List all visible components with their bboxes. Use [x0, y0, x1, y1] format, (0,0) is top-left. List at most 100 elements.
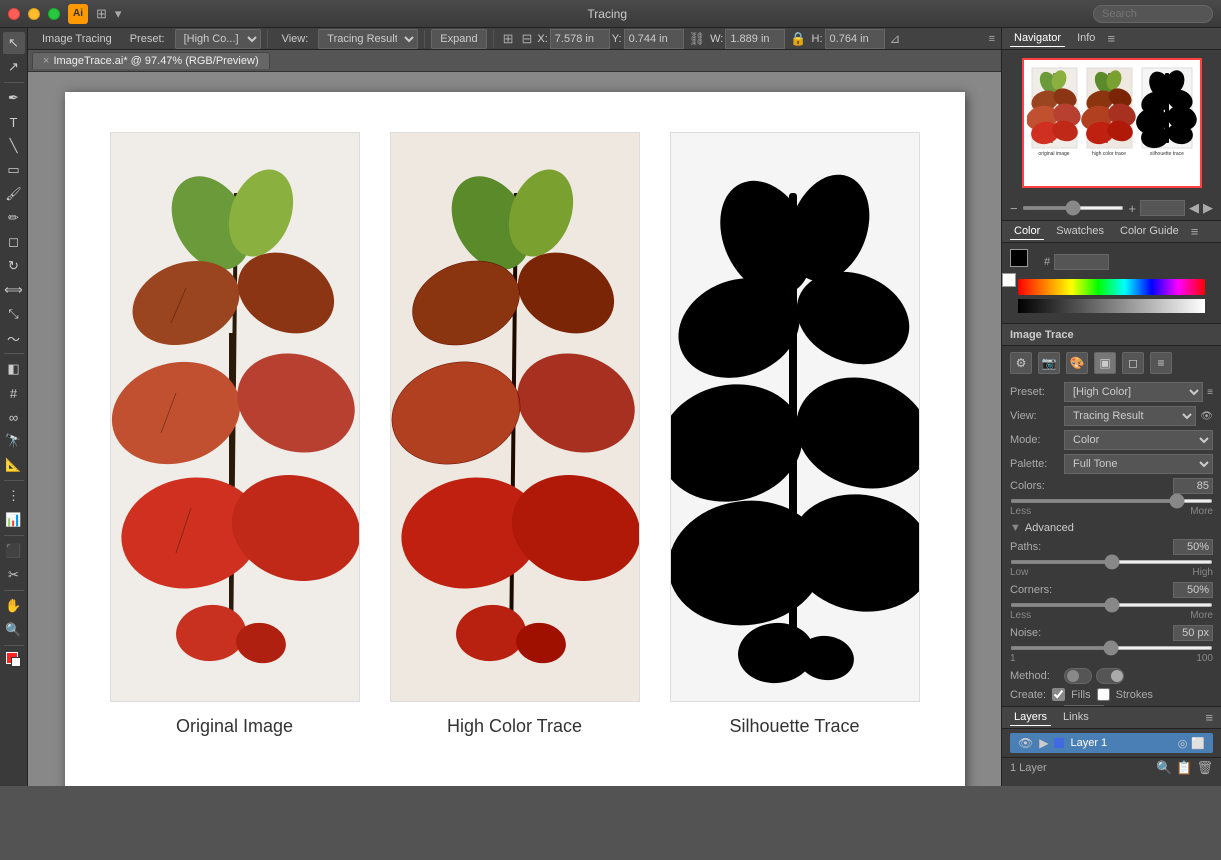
paths-slider[interactable]: [1010, 560, 1213, 564]
minimize-button[interactable]: [28, 8, 40, 20]
new-layer-icon[interactable]: 🔍: [1156, 760, 1172, 776]
nav-zoom-slider[interactable]: [1022, 206, 1125, 210]
h-input[interactable]: [825, 29, 885, 49]
search-input[interactable]: [1093, 5, 1213, 23]
advanced-toggle[interactable]: ▼ Advanced: [1002, 519, 1221, 537]
gradient-tool[interactable]: ◧: [3, 358, 25, 380]
layers-controls-icon[interactable]: 📋: [1176, 760, 1192, 776]
select-tool[interactable]: ↖: [3, 32, 25, 54]
fill-color-swatch[interactable]: [1010, 249, 1028, 267]
strokes-checkbox[interactable]: [1097, 688, 1110, 701]
scale-tool[interactable]: ⤡: [3, 303, 25, 325]
menu-chevron-icon[interactable]: ▾: [115, 6, 122, 22]
layer-drag-icon[interactable]: ⬜: [1191, 737, 1205, 750]
trace-mode-select[interactable]: Color: [1064, 430, 1213, 450]
noise-value-input[interactable]: [1173, 625, 1213, 641]
colors-value-input[interactable]: [1173, 478, 1213, 494]
type-tool[interactable]: T: [3, 111, 25, 133]
preset-select[interactable]: [High Co...]: [175, 29, 261, 49]
constrain-icon[interactable]: 🔒: [787, 31, 809, 47]
column-graph-tool[interactable]: 📊: [3, 509, 25, 531]
nav-left-icon[interactable]: ◀: [1189, 200, 1199, 216]
rect-tool[interactable]: ▭: [3, 159, 25, 181]
x-input[interactable]: [550, 29, 610, 49]
warp-tool[interactable]: 〜: [3, 327, 25, 349]
tab-color-guide[interactable]: Color Guide: [1116, 223, 1183, 240]
eyedropper-tool[interactable]: 🔭: [3, 430, 25, 452]
menu-image-tracing[interactable]: Image Tracing: [34, 31, 120, 47]
eraser-tool[interactable]: ◻: [3, 231, 25, 253]
trace-photo-icon[interactable]: 📷: [1038, 352, 1060, 374]
view-eye-icon[interactable]: 👁: [1200, 411, 1213, 422]
delete-layer-icon[interactable]: 🗑: [1196, 760, 1213, 776]
preset-menu-icon[interactable]: ≡: [1207, 387, 1213, 398]
direct-select-tool[interactable]: ↗: [3, 56, 25, 78]
trace-view-select[interactable]: Tracing Result: [1064, 406, 1196, 426]
hand-tool[interactable]: ✋: [3, 595, 25, 617]
method-toggle-1[interactable]: [1064, 668, 1092, 684]
mirror-tool[interactable]: ⟺: [3, 279, 25, 301]
tab-layers[interactable]: Layers: [1010, 709, 1051, 726]
options-icon[interactable]: ⊿: [887, 31, 904, 47]
colors-slider[interactable]: [1010, 499, 1213, 503]
transform-icon[interactable]: ⊞: [500, 31, 517, 47]
trace-art-icon[interactable]: 🎨: [1066, 352, 1088, 374]
paths-value-input[interactable]: [1173, 539, 1213, 555]
trace-outline-icon[interactable]: ◻: [1122, 352, 1144, 374]
link-icon[interactable]: ⛓: [686, 31, 709, 47]
color-gradient[interactable]: [1018, 299, 1205, 313]
nav-zoom-in-icon[interactable]: +: [1128, 201, 1136, 216]
layers-menu-icon[interactable]: ≡: [1205, 710, 1213, 725]
color-spectrum[interactable]: [1018, 279, 1205, 295]
w-input[interactable]: [725, 29, 785, 49]
trace-auto-icon[interactable]: ⚙: [1010, 352, 1032, 374]
layer-visibility-icon[interactable]: 👁: [1018, 736, 1033, 750]
close-button[interactable]: [8, 8, 20, 20]
document-tab[interactable]: × ImageTrace.ai* @ 97.47% (RGB/Preview): [32, 52, 270, 69]
color-menu-icon[interactable]: ≡: [1191, 224, 1199, 239]
fills-checkbox[interactable]: [1052, 688, 1065, 701]
symbol-tool[interactable]: ⋮: [3, 485, 25, 507]
fill-stroke-swatches[interactable]: [3, 650, 25, 672]
zoom-tool[interactable]: 🔍: [3, 619, 25, 641]
y-input[interactable]: [624, 29, 684, 49]
canvas-scroll[interactable]: Original Image: [28, 72, 1001, 786]
trace-options-icon[interactable]: ≡: [1150, 352, 1172, 374]
zoom-display[interactable]: 97.47%: [1140, 200, 1185, 216]
tab-swatches[interactable]: Swatches: [1052, 223, 1108, 240]
grid-icon[interactable]: ⊟: [518, 31, 535, 47]
nav-right-icon[interactable]: ▶: [1203, 200, 1213, 216]
expand-button[interactable]: Expand: [431, 29, 486, 49]
tab-navigator[interactable]: Navigator: [1010, 30, 1065, 47]
corners-value-input[interactable]: [1173, 582, 1213, 598]
navigator-menu-icon[interactable]: ≡: [1107, 31, 1115, 46]
view-select[interactable]: Tracing Result: [318, 29, 418, 49]
tab-info[interactable]: Info: [1073, 30, 1099, 47]
paintbrush-tool[interactable]: 🖌: [3, 183, 25, 205]
trace-palette-select[interactable]: Full Tone: [1064, 454, 1213, 474]
menu-grid-icon[interactable]: ⊞: [96, 6, 107, 22]
doc-tab-close[interactable]: ×: [43, 55, 49, 67]
pencil-tool[interactable]: ✏: [3, 207, 25, 229]
nav-zoom-out-icon[interactable]: −: [1010, 201, 1018, 216]
slice-tool[interactable]: ✂: [3, 564, 25, 586]
layer-1-row[interactable]: 👁 ▶ Layer 1 ◎ ⬜: [1010, 733, 1213, 753]
artboard-tool[interactable]: ⬛: [3, 540, 25, 562]
color-hex-input[interactable]: 000000: [1054, 254, 1109, 270]
pen-tool[interactable]: ✒: [3, 87, 25, 109]
tab-links[interactable]: Links: [1059, 709, 1093, 726]
tab-color[interactable]: Color: [1010, 223, 1044, 240]
maximize-button[interactable]: [48, 8, 60, 20]
stroke-color-swatch[interactable]: [1002, 273, 1016, 287]
mesh-tool[interactable]: #: [3, 382, 25, 404]
trace-preset-select[interactable]: [High Color]: [1064, 382, 1203, 402]
blend-tool[interactable]: ∞: [3, 406, 25, 428]
noise-slider[interactable]: [1010, 646, 1213, 650]
layer-target-icon[interactable]: ◎: [1178, 737, 1188, 750]
corners-slider[interactable]: [1010, 603, 1213, 607]
trace-bw-icon[interactable]: ▣: [1094, 352, 1116, 374]
line-tool[interactable]: ╲: [3, 135, 25, 157]
measure-tool[interactable]: 📐: [3, 454, 25, 476]
method-toggle-2[interactable]: [1096, 668, 1124, 684]
panel-menu-icon[interactable]: ≡: [989, 33, 995, 45]
